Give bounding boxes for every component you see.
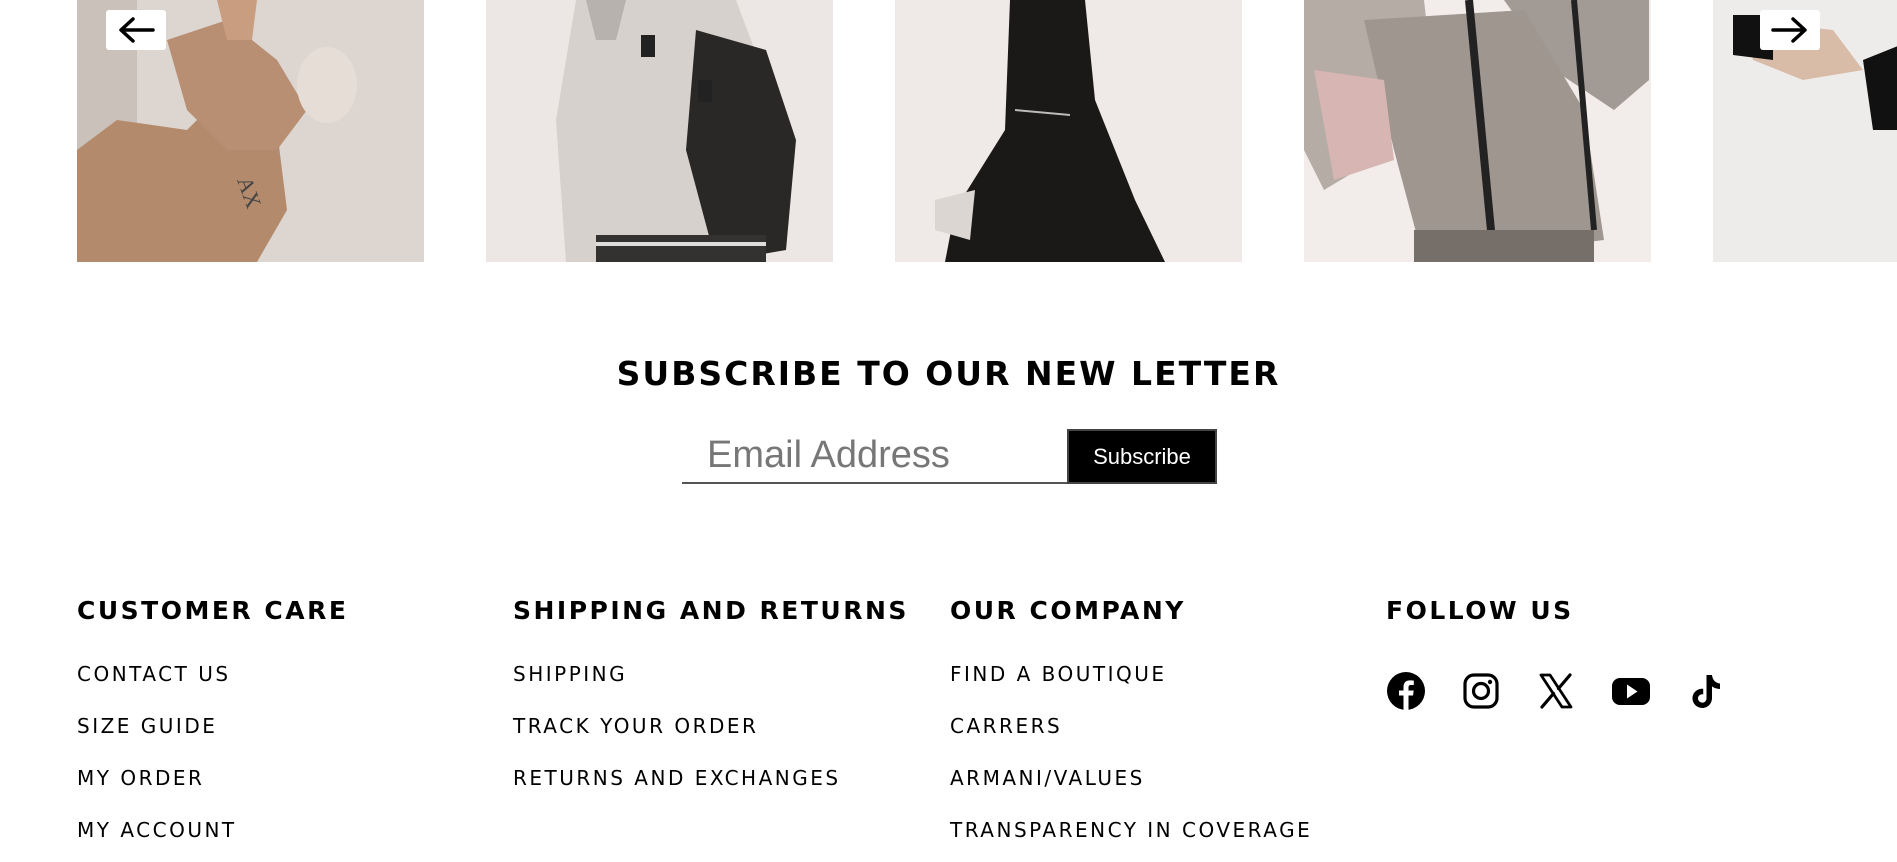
facebook-icon[interactable]: [1386, 671, 1426, 711]
footer-link-transparency[interactable]: TRANSPARENCY IN COVERAGE: [950, 815, 1312, 862]
youtube-icon[interactable]: [1611, 671, 1651, 711]
footer-shipping-returns: SHIPPING AND RETURNS SHIPPING TRACK YOUR…: [513, 596, 909, 815]
footer-link-find-boutique[interactable]: FIND A BOUTIQUE: [950, 659, 1312, 711]
subscribe-button[interactable]: Subscribe: [1067, 429, 1217, 484]
footer-link-track-order[interactable]: TRACK YOUR ORDER: [513, 711, 909, 763]
footer-link-size-guide[interactable]: SIZE GUIDE: [77, 711, 348, 763]
newsletter-title: SUBSCRIBE TO OUR NEW LETTER: [616, 354, 1281, 393]
carousel-prev-button[interactable]: [106, 10, 166, 50]
tiktok-icon[interactable]: [1686, 671, 1726, 711]
carousel-image-4[interactable]: [1304, 0, 1651, 262]
carousel-image-2[interactable]: [486, 0, 833, 262]
footer-follow-us: FOLLOW US: [1386, 596, 1761, 711]
model-photo: [486, 0, 833, 262]
footer-link-contact-us[interactable]: CONTACT US: [77, 659, 348, 711]
footer-heading: CUSTOMER CARE: [77, 596, 349, 625]
model-photo: [895, 0, 1242, 262]
carousel-image-3[interactable]: [895, 0, 1242, 262]
product-carousel: AX: [0, 0, 1897, 262]
social-links: [1386, 671, 1761, 711]
x-icon[interactable]: [1536, 671, 1576, 711]
carousel-next-button[interactable]: [1760, 10, 1820, 50]
footer-link-my-order[interactable]: MY ORDER: [77, 763, 348, 815]
footer-link-shipping[interactable]: SHIPPING: [513, 659, 909, 711]
footer-heading: SHIPPING AND RETURNS: [513, 596, 909, 625]
footer-customer-care: CUSTOMER CARE CONTACT US SIZE GUIDE MY O…: [77, 596, 348, 862]
model-photo: [1304, 0, 1651, 262]
footer-link-returns-exchanges[interactable]: RETURNS AND EXCHANGES: [513, 763, 909, 815]
footer-heading: OUR COMPANY: [950, 596, 1186, 625]
footer-link-my-account[interactable]: MY ACCOUNT: [77, 815, 348, 862]
footer-heading: FOLLOW US: [1386, 596, 1574, 625]
footer-our-company: OUR COMPANY FIND A BOUTIQUE CARRERS ARMA…: [950, 596, 1312, 862]
footer-link-careers[interactable]: CARRERS: [950, 711, 1312, 763]
arrow-left-icon: [119, 17, 155, 43]
arrow-right-icon: [1771, 17, 1807, 43]
footer-link-armani-values[interactable]: ARMANI/VALUES: [950, 763, 1312, 815]
email-input[interactable]: [682, 428, 1067, 484]
instagram-icon[interactable]: [1461, 671, 1501, 711]
